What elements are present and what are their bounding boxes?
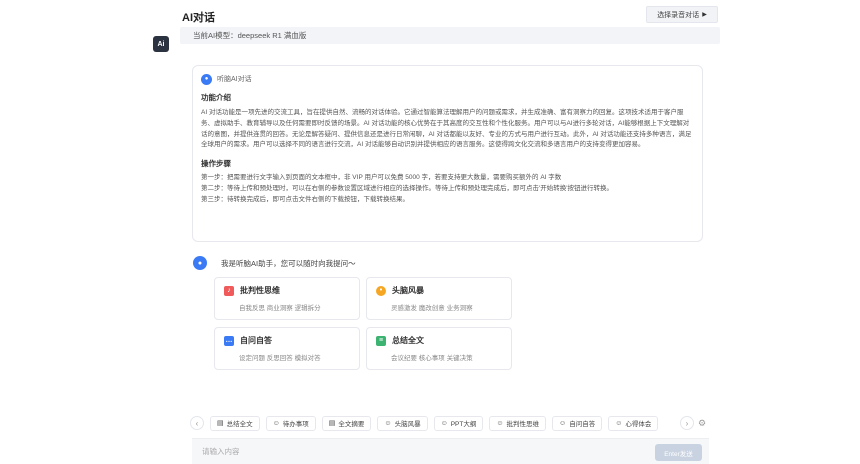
chip-summary[interactable]: ▤ 总结全文 (210, 415, 260, 431)
emoji-icon: ☺ (615, 419, 623, 427)
chip-label: 心得体会 (625, 421, 652, 428)
option-title: 自问自答 (240, 336, 272, 345)
emoji-icon: ☺ (559, 419, 567, 427)
option-self-qa[interactable]: … 自问自答 设定问题 反思回答 模拟对答 (214, 327, 360, 370)
header: AI对话 当前AI模型：deepseek R1 满血版 (180, 0, 720, 46)
bot-icon: ● (201, 73, 212, 85)
select-recording-button[interactable]: 选择录音对话 ▶ (646, 6, 718, 23)
option-brainstorm[interactable]: • 头脑风暴 灵感激发 魔改创意 业务洞察 (366, 277, 512, 320)
model-info-bar: 当前AI模型：deepseek R1 满血版 (180, 27, 720, 44)
message-input[interactable] (202, 447, 602, 456)
greeting-text: 我是听脑AI助手，您可以随时向我提问～ (221, 258, 356, 268)
option-subtitle: 设定问题 反思回答 模拟对答 (239, 355, 321, 362)
steps-list: 第一步：把需要进行文字输入到页面的文本框中，非 VIP 用户可以免费 5000 … (201, 173, 694, 205)
option-critical-thinking[interactable]: ♪ 批判性思维 自我反思 商业洞察 逻辑拆分 (214, 277, 360, 320)
chip-label: 待办事项 (282, 421, 309, 428)
step-item: 第一步：把需要进行文字输入到页面的文本框中，非 VIP 用户可以免费 5000 … (201, 174, 562, 182)
emoji-icon: ☺ (384, 419, 392, 427)
option-summary[interactable]: ≡ 总结全文 会议纪要 核心事项 关键决策 (366, 327, 512, 370)
option-subtitle: 会议纪要 核心事项 关键决策 (391, 355, 473, 362)
chip-label: 全文摘要 (338, 421, 365, 428)
play-icon: ▶ (702, 12, 707, 18)
emoji-icon: ☺ (496, 419, 504, 427)
input-area: Enter发送 (192, 438, 709, 464)
section-title-steps: 操作步骤 (201, 159, 231, 169)
chip-label: 总结全文 (226, 421, 253, 428)
bot-icon: ● (193, 256, 207, 270)
doc-icon: ▤ (217, 420, 224, 427)
select-recording-label: 选择录音对话 (657, 11, 700, 19)
model-label: 当前AI模型：deepseek R1 满血版 (193, 31, 307, 40)
emoji-icon: ☺ (440, 419, 448, 427)
option-subtitle: 灵感激发 魔改创意 业务洞察 (391, 305, 473, 312)
card-header: ● 听脑AI对话 (201, 73, 694, 85)
option-title: 头脑风暴 (392, 286, 424, 295)
send-button[interactable]: Enter发送 (655, 444, 702, 461)
chip-critical[interactable]: ☺ 批判性思维 (489, 415, 547, 431)
page-title: AI对话 (182, 12, 215, 24)
chip-reflection[interactable]: ☺ 心得体会 (608, 415, 659, 431)
quick-toolbar: ‹ ▤ 总结全文 ☺ 待办事项 ▤ 全文摘要 ☺ 头脑风暴 ☺ PPT大纲 ☺ 批判性思维 … (190, 415, 715, 431)
option-title: 总结全文 (392, 336, 424, 345)
emoji-icon: ☺ (272, 419, 280, 427)
chip-ppt[interactable]: ☺ PPT大纲 (433, 415, 484, 431)
chip-label: PPT大纲 (450, 421, 477, 428)
chip-abstract[interactable]: ▤ 全文摘要 (321, 415, 372, 431)
gear-icon[interactable]: ⚙ (698, 418, 706, 429)
bell-icon: ♪ (224, 285, 234, 296)
chip-todo[interactable]: ☺ 待办事项 (265, 415, 316, 431)
doc-icon: ▤ (328, 420, 336, 427)
greeting-row: ● 我是听脑AI助手，您可以随时向我提问～ (193, 256, 356, 270)
section-title-features: 功能介绍 (201, 93, 231, 102)
option-subtitle: 自我反思 商业洞察 逻辑拆分 (239, 305, 321, 312)
step-item: 第三步：待转换完成后，即可点击文件右侧的下载按钮，下载转换结果。 (201, 195, 409, 203)
chip-label: 批判性思维 (506, 421, 540, 428)
chat-icon: … (224, 335, 234, 346)
chip-brainstorm[interactable]: ☺ 头脑风暴 (377, 415, 428, 431)
ai-avatar: Ai (153, 36, 169, 52)
features-text: AI 对话功能是一项先进的交流工具，旨在提供自然、流畅的对话体验。它通过智能算法… (201, 109, 692, 149)
step-item: 第二步：等待上传和预处理时，可以在右侧的参数设置区域进行相应的选择操作。等待上传… (201, 184, 613, 192)
chip-list: ▤ 总结全文 ☺ 待办事项 ▤ 全文摘要 ☺ 头脑风暴 ☺ PPT大纲 ☺ 批判性思维 ☺ 自… (210, 415, 680, 431)
option-title: 批判性思维 (240, 286, 280, 295)
intro-card: ● 听脑AI对话 功能介绍 AI 对话功能是一项先进的交流工具，旨在提供自然、流… (192, 65, 703, 242)
assistant-name: 听脑AI对话 (217, 76, 252, 83)
scroll-right-button[interactable]: › (680, 416, 694, 430)
chip-label: 头脑风暴 (394, 421, 421, 428)
chip-self-qa[interactable]: ☺ 自问自答 (552, 415, 603, 431)
chip-label: 自问自答 (569, 421, 596, 428)
list-icon: ≡ (376, 335, 386, 346)
scroll-left-button[interactable]: ‹ (190, 416, 204, 430)
bulb-icon: • (376, 285, 386, 296)
